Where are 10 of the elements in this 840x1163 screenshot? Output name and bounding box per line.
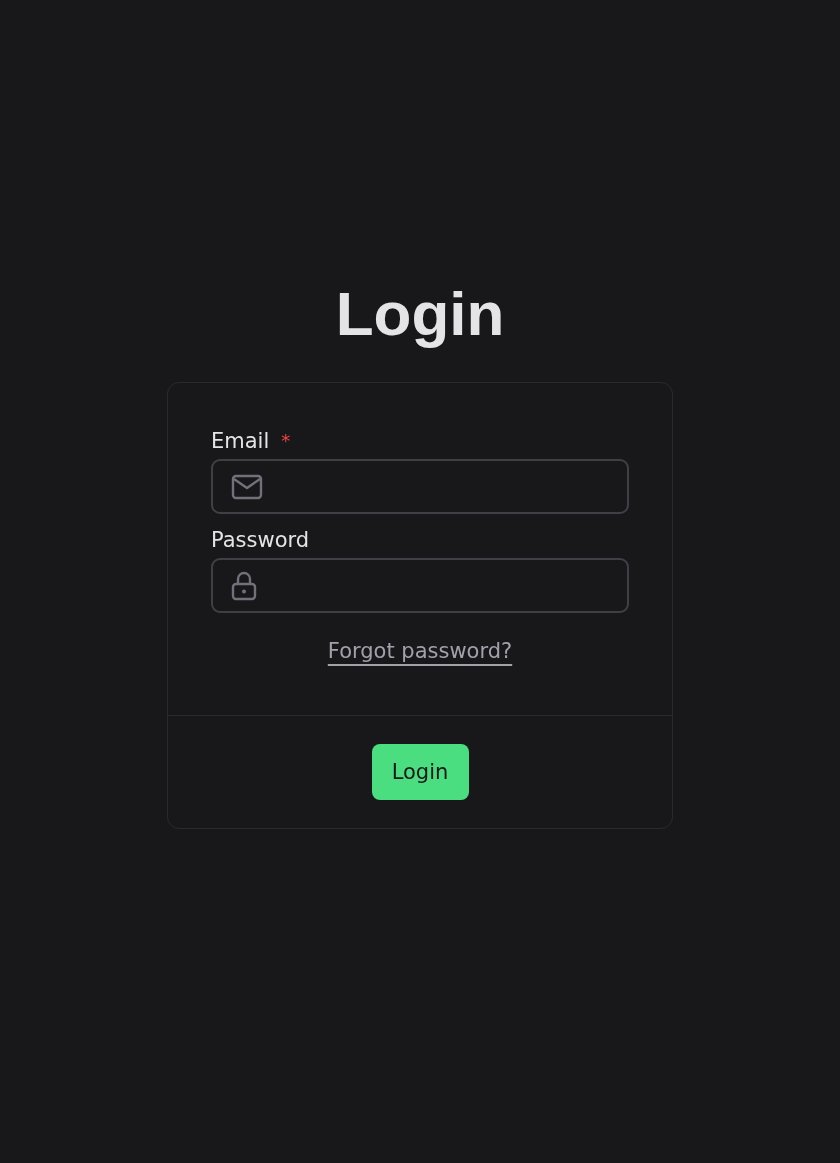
lock-icon [231,570,257,601]
forgot-password-link[interactable]: Forgot password? [327,639,513,663]
field-label: Email [211,428,270,455]
envelope-icon [231,473,263,500]
password-field[interactable] [211,558,629,613]
login-button[interactable]: Login [371,744,469,800]
email-field[interactable] [211,459,629,514]
page-title: Login [335,278,505,350]
required-mark: * [281,429,291,453]
field-label: Password [211,527,310,554]
